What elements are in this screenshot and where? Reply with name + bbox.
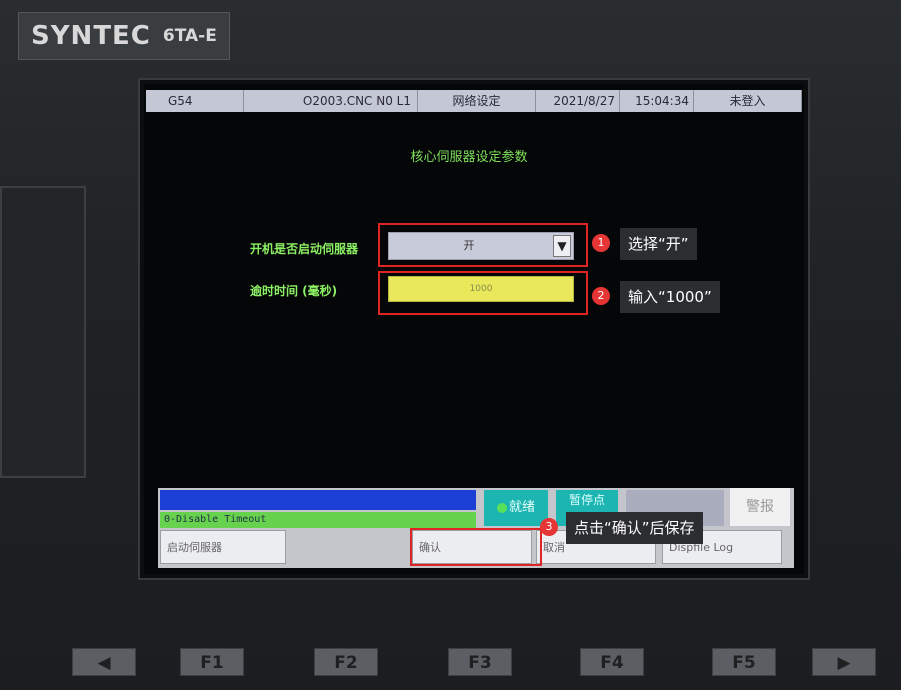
left-arrow-key[interactable]: ◀ <box>72 648 136 676</box>
highlight-input <box>378 271 588 315</box>
f2-key[interactable]: F2 <box>314 648 378 676</box>
f5-key[interactable]: F5 <box>712 648 776 676</box>
callout-2: 输入“1000” <box>620 281 720 313</box>
f3-key[interactable]: F3 <box>448 648 512 676</box>
brand-plate: SYNTEC 6TA-E <box>18 12 230 60</box>
alarm-indicator[interactable]: 警报 <box>730 488 790 526</box>
highlight-select <box>378 223 588 267</box>
brand-name: SYNTEC <box>31 21 151 51</box>
callout-3: 点击“确认”后保存 <box>566 512 703 544</box>
status-topbar: G54 O2003.CNC N0 L1 网络设定 2021/8/27 15:04… <box>146 90 802 112</box>
brand-model: 6TA-E <box>162 26 217 46</box>
start-servo-label: 开机是否启动伺服器 <box>250 242 359 256</box>
ready-dot-icon <box>496 502 507 513</box>
timeout-label: 逾时时间 (毫秒) <box>250 284 338 298</box>
start-servo-softkey[interactable]: 启动伺服器 <box>160 530 286 564</box>
step-1-badge: 1 <box>592 234 610 252</box>
screen-name: 网络设定 <box>418 90 536 112</box>
f4-key[interactable]: F4 <box>580 648 644 676</box>
lcd-screen: G54 O2003.CNC N0 L1 网络设定 2021/8/27 15:04… <box>144 84 804 574</box>
step-2-badge: 2 <box>592 287 610 305</box>
program-name: O2003.CNC N0 L1 <box>244 90 418 112</box>
side-panel <box>0 186 86 478</box>
right-arrow-key[interactable]: ▶ <box>812 648 876 676</box>
f1-key[interactable]: F1 <box>180 648 244 676</box>
coord-system: G54 <box>146 90 244 112</box>
highlight-confirm <box>410 528 542 566</box>
date: 2021/8/27 <box>536 90 620 112</box>
step-3-badge: 3 <box>540 518 558 536</box>
callout-1: 选择“开” <box>620 228 697 260</box>
status-message: 0-Disable Timeout <box>160 512 476 528</box>
ready-indicator: 就绪 <box>484 490 548 526</box>
login-status[interactable]: 未登入 <box>694 90 802 112</box>
page-title: 核心伺服器设定参数 <box>410 150 528 165</box>
ready-label: 就绪 <box>508 500 535 515</box>
time: 15:04:34 <box>620 90 694 112</box>
progress-bar <box>160 490 476 510</box>
